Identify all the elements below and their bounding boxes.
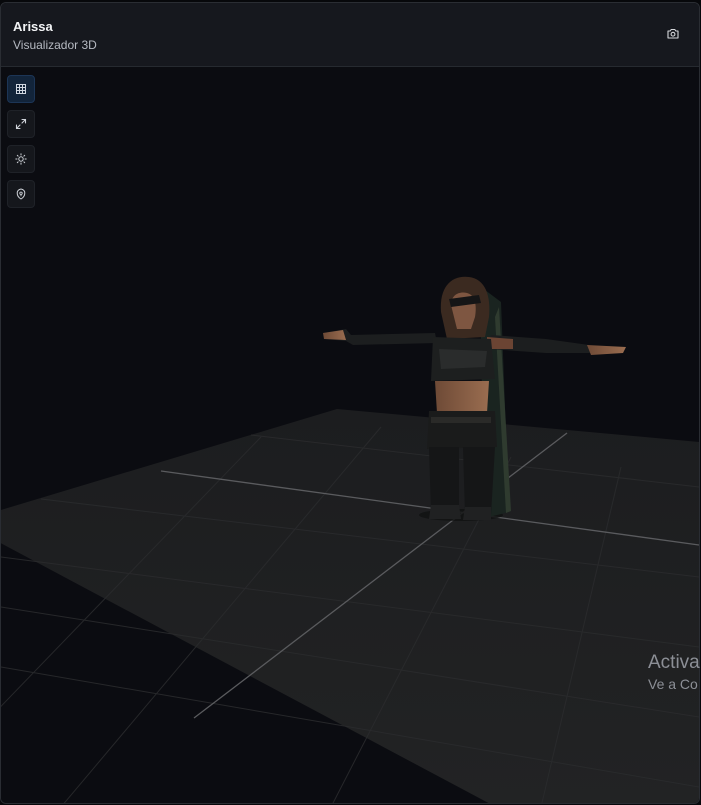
camera-icon [667, 28, 679, 39]
grid-icon [16, 84, 26, 94]
3d-viewport[interactable] [1, 67, 699, 803]
fullscreen-button[interactable] [7, 110, 35, 138]
3d-scene[interactable] [1, 67, 699, 803]
floor-plane [1, 409, 699, 803]
expand-icon [15, 118, 27, 130]
material-button[interactable] [7, 180, 35, 208]
model-title: Arissa [13, 19, 53, 34]
viewer-subtitle: Visualizador 3D [13, 38, 97, 52]
lighting-button[interactable] [7, 145, 35, 173]
screenshot-button[interactable] [665, 25, 681, 41]
viewer-window: Arissa Visualizador 3D [0, 2, 700, 804]
watermark-line-1: Activa [648, 652, 700, 673]
watermark-line-2: Ve a Co [648, 676, 698, 692]
shield-icon [16, 188, 26, 200]
sun-icon [15, 153, 27, 165]
os-activation-watermark: Activa Ve a Co [648, 652, 700, 692]
viewer-header: Arissa Visualizador 3D [1, 3, 699, 67]
viewport-toolbar [7, 75, 35, 208]
toggle-grid-button[interactable] [7, 75, 35, 103]
